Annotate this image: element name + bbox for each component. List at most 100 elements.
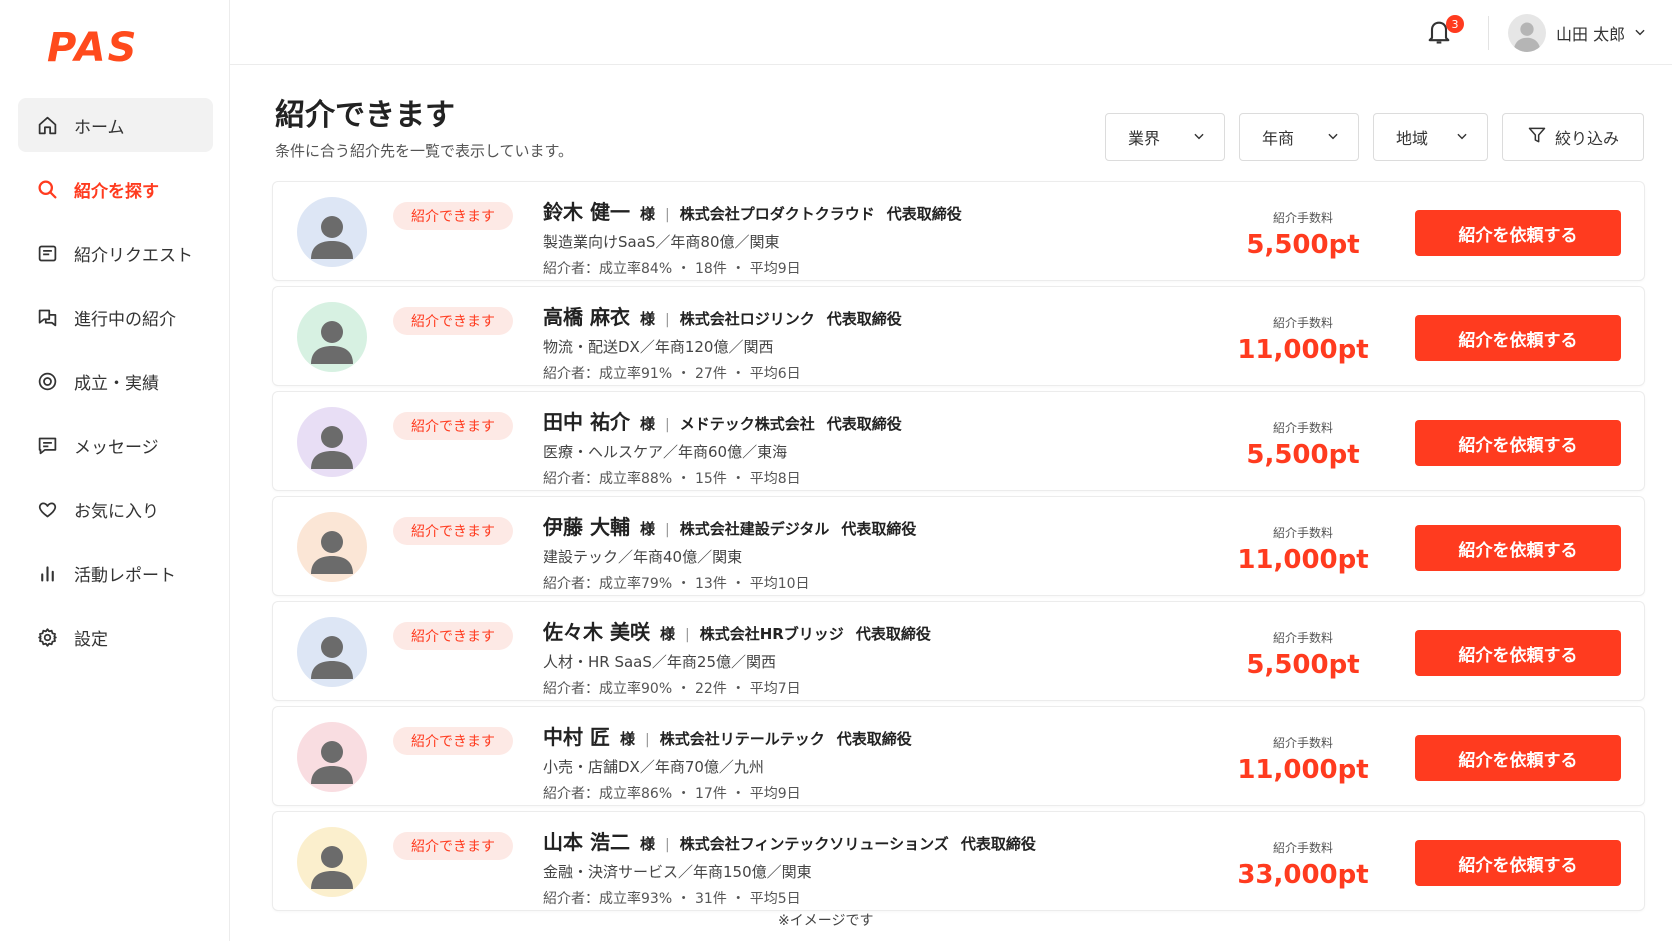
chevron-down-icon xyxy=(1192,128,1206,147)
company-name: メドテック株式会社 xyxy=(679,415,815,433)
achievement-icon xyxy=(36,370,58,392)
chevron-down-icon xyxy=(1633,24,1647,43)
referral-card: 紹介できます 高橋 麻衣 様 | 株式会社ロジリンク 代表取締役 物流・配送DX… xyxy=(272,286,1645,386)
region-filter[interactable]: 地域 xyxy=(1373,113,1488,161)
fee-value: 5,500pt xyxy=(1246,440,1360,470)
candidate-info: 山本 浩二 様 | 株式会社フィンテックソリューションズ 代表取締役 金融・決済… xyxy=(543,826,1036,908)
sidebar-item-label: 紹介リクエスト xyxy=(74,245,193,266)
company-description: 医療・ヘルスケア／年商60億／東海 xyxy=(543,443,788,461)
sidebar-item-reports[interactable]: 活動レポート xyxy=(18,546,213,600)
company-description: 金融・決済サービス／年商150億／関東 xyxy=(543,863,812,881)
avatar xyxy=(297,722,367,792)
footnote: ※イメージです xyxy=(778,913,874,929)
request-introduction-button[interactable]: 紹介を依頼する xyxy=(1415,315,1621,361)
status-badge: 紹介できます xyxy=(393,727,513,755)
fee-label: 紹介手数料 xyxy=(1272,316,1333,330)
request-introduction-button[interactable]: 紹介を依頼する xyxy=(1415,630,1621,676)
candidate-role: 代表取締役 xyxy=(826,310,902,328)
fee-label: 紹介手数料 xyxy=(1272,631,1333,645)
sidebar-item-label: お気に入り xyxy=(74,501,159,522)
candidate-name: 田中 祐介 xyxy=(543,410,630,434)
request-introduction-button[interactable]: 紹介を依頼する xyxy=(1415,735,1621,781)
honorific: 様 xyxy=(639,520,655,538)
company-description: 小売・店舗DX／年商70億／九州 xyxy=(543,758,764,776)
candidate-info: 佐々木 美咲 様 | 株式会社HRブリッジ 代表取締役 人材・HR SaaS／年… xyxy=(543,616,931,698)
candidate-name: 中村 匠 xyxy=(543,725,610,749)
message-icon xyxy=(36,434,58,456)
candidate-info: 高橋 麻衣 様 | 株式会社ロジリンク 代表取締役 物流・配送DX／年商120億… xyxy=(543,301,902,383)
app-logo[interactable]: PAS xyxy=(47,25,138,71)
referral-list: 紹介できます 鈴木 健一 様 | 株式会社プロダクトクラウド 代表取締役 製造業… xyxy=(272,181,1645,916)
sidebar-item-search[interactable]: 紹介を探す xyxy=(18,162,213,216)
referral-card: 紹介できます 田中 祐介 様 | メドテック株式会社 代表取締役 医療・ヘルスケ… xyxy=(272,391,1645,491)
sidebar-item-favorites[interactable]: お気に入り xyxy=(18,482,213,536)
notification-badge: 3 xyxy=(1446,15,1464,33)
separator: | xyxy=(684,627,690,643)
candidate-info: 伊藤 大輔 様 | 株式会社建設デジタル 代表取締役 建設テック／年商40億／関… xyxy=(543,511,916,593)
fee-block: 紹介手数料 11,000pt xyxy=(1203,287,1403,385)
introducer-stats: 紹介者：成立率84% ・ 18件 ・ 平均9日 xyxy=(543,261,801,277)
fee-block: 紹介手数料 5,500pt xyxy=(1203,602,1403,700)
candidate-name: 山本 浩二 xyxy=(543,830,630,854)
header-divider xyxy=(1488,16,1489,50)
candidate-role: 代表取締役 xyxy=(841,520,917,538)
introducer-stats: 紹介者：成立率91% ・ 27件 ・ 平均6日 xyxy=(543,366,801,382)
sidebar-item-settings[interactable]: 設定 xyxy=(18,610,213,664)
referral-card: 紹介できます 中村 匠 様 | 株式会社リテールテック 代表取締役 小売・店舗D… xyxy=(272,706,1645,806)
sidebar-item-label: ホーム xyxy=(74,117,125,138)
gear-icon xyxy=(36,626,58,648)
fee-value: 5,500pt xyxy=(1246,650,1360,680)
industry-filter[interactable]: 業界 xyxy=(1105,113,1225,161)
revenue-filter-label: 年商 xyxy=(1262,129,1295,148)
request-introduction-button[interactable]: 紹介を依頼する xyxy=(1415,210,1621,256)
sidebar-item-in-progress[interactable]: 進行中の紹介 xyxy=(18,290,213,344)
sidebar-item-messages[interactable]: メッセージ xyxy=(18,418,213,472)
request-introduction-button[interactable]: 紹介を依頼する xyxy=(1415,420,1621,466)
sidebar-item-label: 設定 xyxy=(74,629,108,650)
separator: | xyxy=(664,417,670,433)
sidebar-item-achievements[interactable]: 成立・実績 xyxy=(18,354,213,408)
revenue-filter[interactable]: 年商 xyxy=(1239,113,1359,161)
sidebar: PAS ホーム 紹介を探す 紹介リクエスト 進行中の紹介 成立・実績 メッセージ… xyxy=(0,0,230,941)
honorific: 様 xyxy=(639,835,655,853)
home-icon xyxy=(36,114,58,136)
referral-card: 紹介できます 鈴木 健一 様 | 株式会社プロダクトクラウド 代表取締役 製造業… xyxy=(272,181,1645,281)
company-description: 製造業向けSaaS／年商80億／関東 xyxy=(543,233,780,251)
chevron-down-icon xyxy=(1326,128,1340,147)
avatar xyxy=(297,197,367,267)
user-menu[interactable]: 山田 太郎 xyxy=(1508,14,1647,52)
request-introduction-button[interactable]: 紹介を依頼する xyxy=(1415,525,1621,571)
sidebar-nav: ホーム 紹介を探す 紹介リクエスト 進行中の紹介 成立・実績 メッセージ お気に… xyxy=(18,98,213,674)
sidebar-item-home[interactable]: ホーム xyxy=(18,98,213,152)
company-name: 株式会社ロジリンク xyxy=(679,310,815,328)
candidate-role: 代表取締役 xyxy=(836,730,912,748)
sidebar-item-label: 成立・実績 xyxy=(74,373,159,394)
referral-card: 紹介できます 伊藤 大輔 様 | 株式会社建設デジタル 代表取締役 建設テック／… xyxy=(272,496,1645,596)
refine-button-label: 絞り込み xyxy=(1554,129,1619,148)
chevron-down-icon xyxy=(1455,128,1469,147)
company-name: 株式会社HRブリッジ xyxy=(699,625,844,643)
fee-label: 紹介手数料 xyxy=(1272,421,1333,435)
candidate-role: 代表取締役 xyxy=(826,415,902,433)
separator: | xyxy=(664,312,670,328)
company-name: 株式会社プロダクトクラウド xyxy=(679,205,875,223)
honorific: 様 xyxy=(659,625,675,643)
candidate-role: 代表取締役 xyxy=(855,625,931,643)
fee-label: 紹介手数料 xyxy=(1272,211,1333,225)
sidebar-item-requests[interactable]: 紹介リクエスト xyxy=(18,226,213,280)
avatar xyxy=(297,512,367,582)
fee-value: 11,000pt xyxy=(1237,335,1369,365)
status-badge: 紹介できます xyxy=(393,412,513,440)
request-introduction-button[interactable]: 紹介を依頼する xyxy=(1415,840,1621,886)
fee-value: 5,500pt xyxy=(1246,230,1360,260)
refine-button[interactable]: 絞り込み xyxy=(1502,113,1644,161)
candidate-name: 高橋 麻衣 xyxy=(543,305,630,329)
company-description: 人材・HR SaaS／年商25億／関西 xyxy=(543,653,776,671)
separator: | xyxy=(664,837,670,853)
sidebar-item-label: 活動レポート xyxy=(74,565,176,586)
status-badge: 紹介できます xyxy=(393,202,513,230)
sidebar-item-label: メッセージ xyxy=(74,437,159,458)
separator: | xyxy=(664,207,670,223)
introducer-stats: 紹介者：成立率90% ・ 22件 ・ 平均7日 xyxy=(543,681,801,697)
page-title: 紹介できます xyxy=(275,98,455,133)
